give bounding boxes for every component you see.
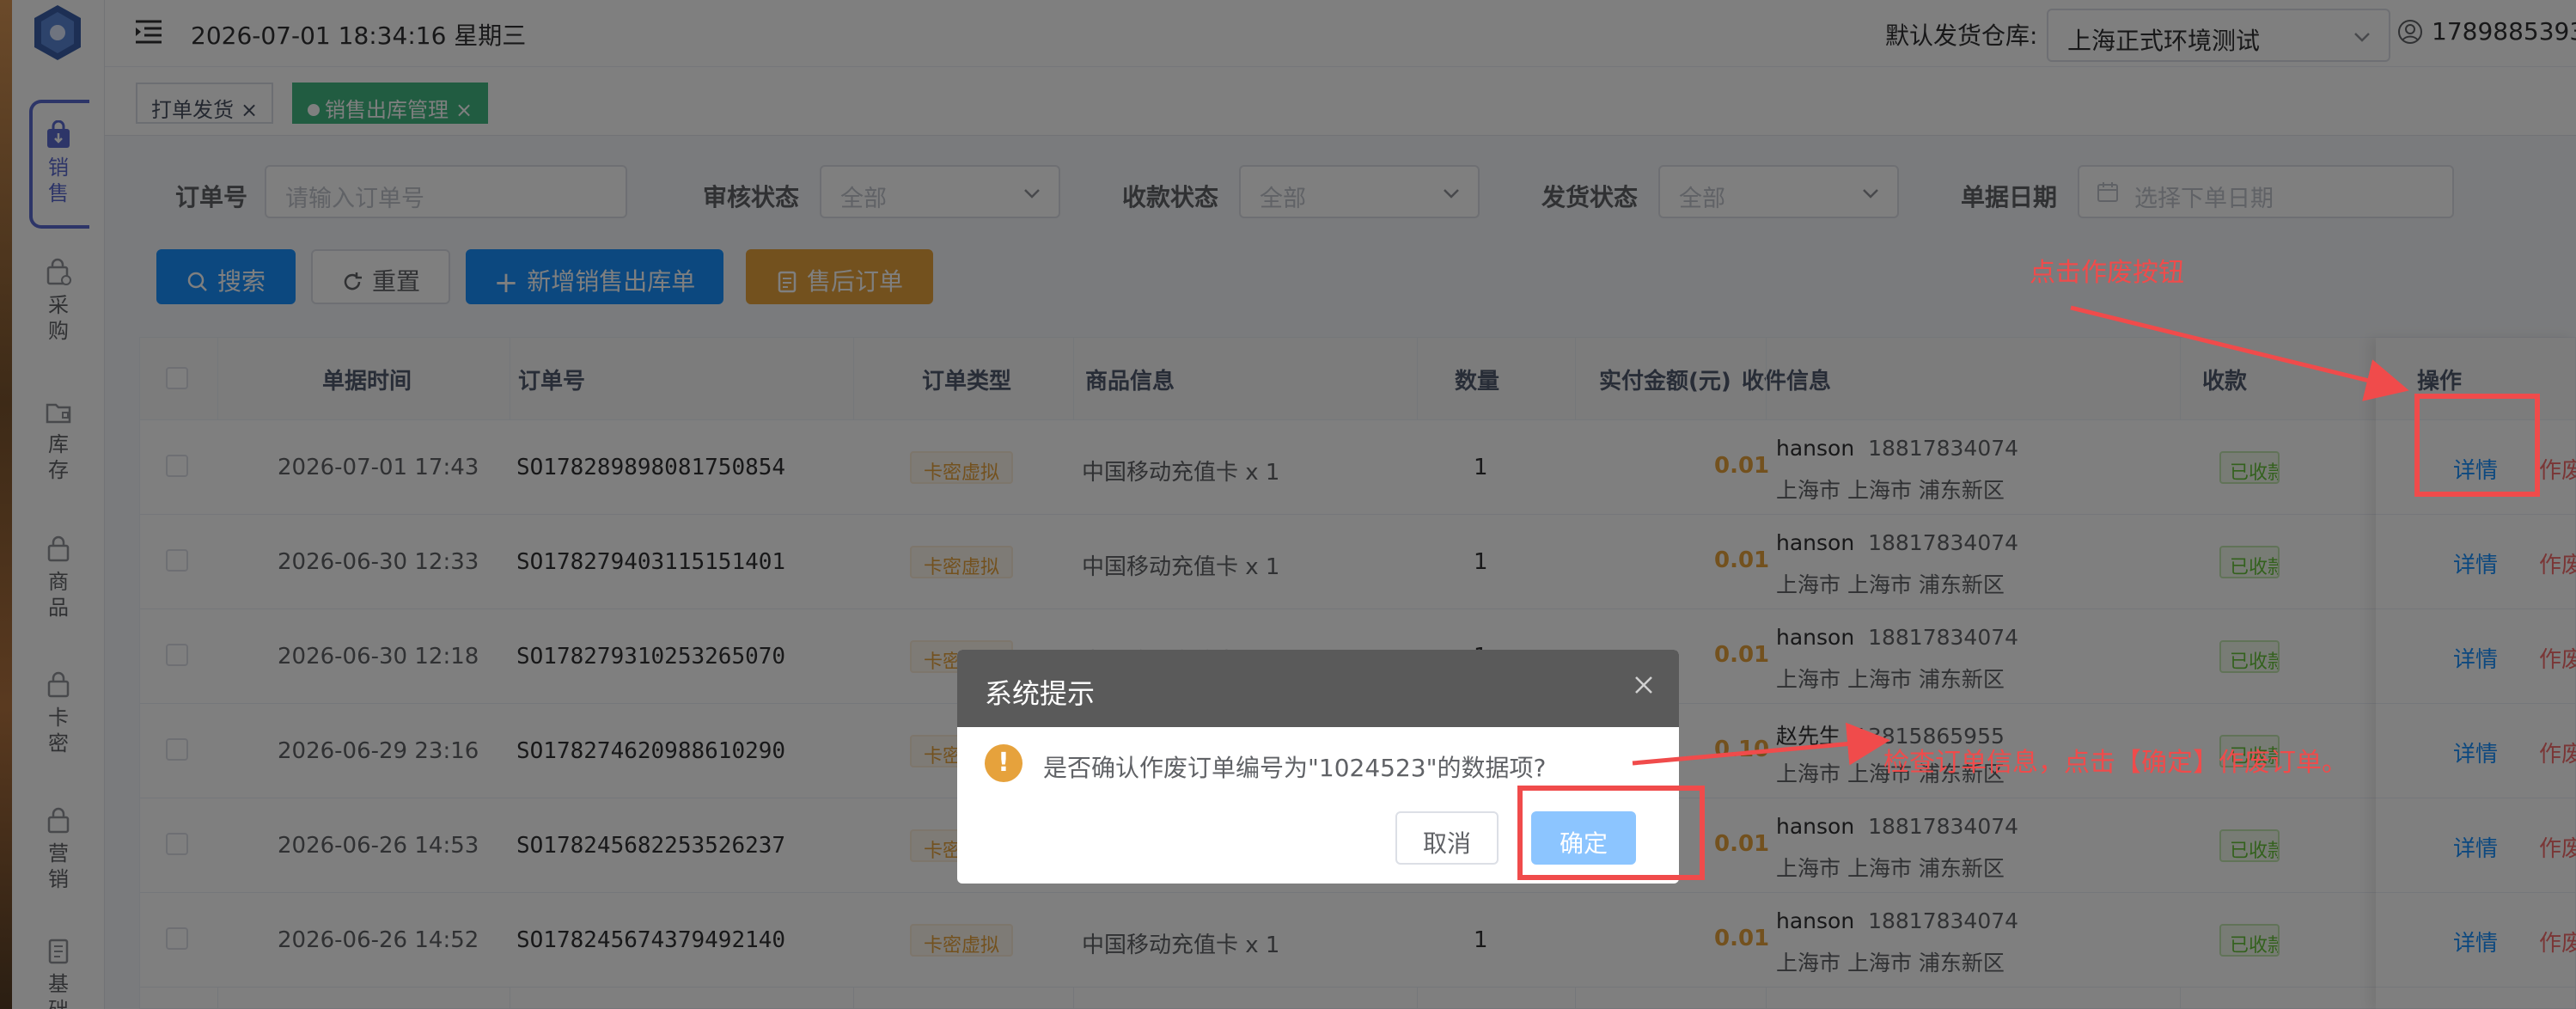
annotation-box-confirm bbox=[1517, 786, 1705, 880]
desktop-edge bbox=[0, 0, 12, 1009]
warning-icon: ! bbox=[985, 744, 1022, 782]
annotation-click-void: 点击作废按钮 bbox=[2030, 258, 2184, 288]
dialog-header: 系统提示 bbox=[957, 650, 1679, 727]
cancel-button[interactable]: 取消 bbox=[1395, 811, 1499, 865]
annotation-box-void bbox=[2414, 394, 2540, 497]
dialog-message: 是否确认作废订单编号为"1024523"的数据项? bbox=[1043, 754, 1547, 782]
annotation-check-confirm: 检查订单信息，点击【确定】作废订单。 bbox=[1883, 748, 2347, 778]
close-icon[interactable] bbox=[1633, 674, 1655, 696]
dialog-title: 系统提示 bbox=[985, 677, 1096, 710]
